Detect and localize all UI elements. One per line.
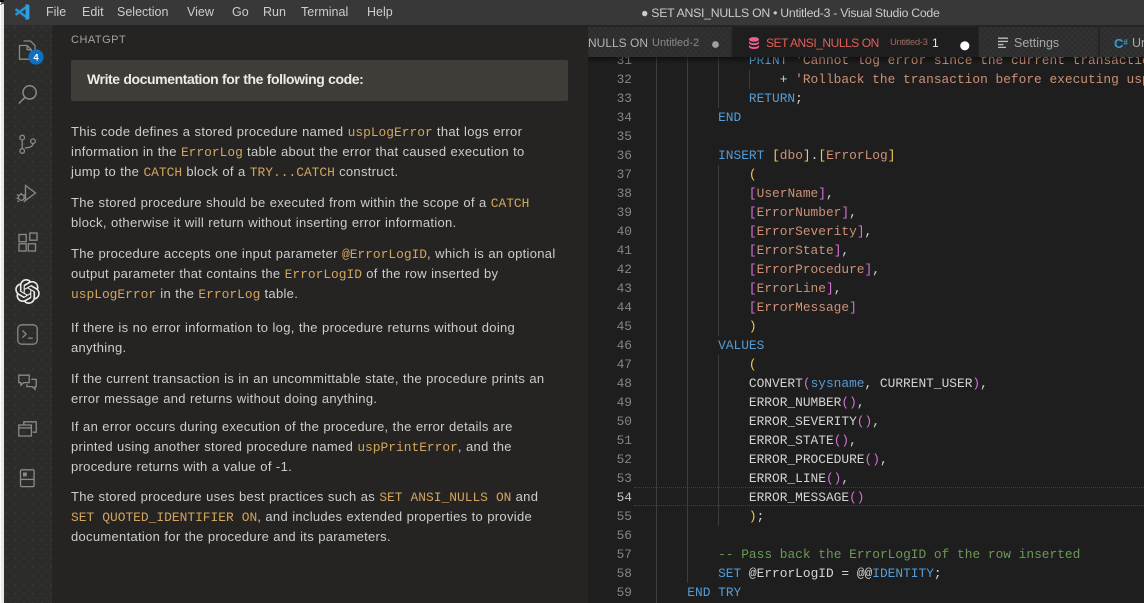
svg-text:4: 4 xyxy=(33,52,39,63)
